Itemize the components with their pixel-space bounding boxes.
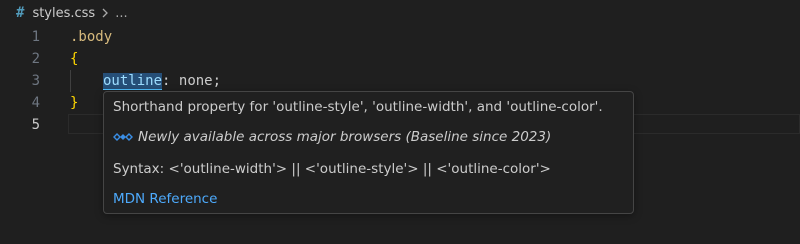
css-file-icon: # — [16, 5, 25, 21]
colon: : — [162, 73, 171, 89]
code-line-1[interactable]: 1 .body — [0, 26, 800, 48]
line-number: 2 — [31, 51, 40, 67]
breadcrumb-ellipsis[interactable]: ... — [115, 6, 127, 21]
line-number: 3 — [31, 73, 40, 89]
breadcrumb: # styles.css ... — [0, 0, 800, 26]
close-brace: } — [70, 95, 79, 111]
chevron-right-icon — [101, 8, 109, 18]
css-property-hovered[interactable]: outline — [103, 73, 163, 90]
code-line-2[interactable]: 2 { — [0, 48, 800, 70]
hover-tooltip: Shorthand property for 'outline-style', … — [103, 91, 634, 214]
baseline-text: Newly available across major browsers (B… — [138, 129, 552, 145]
line-number: 1 — [31, 29, 40, 45]
syntax-text: Syntax: <'outline-width'> || <'outline-s… — [113, 161, 551, 177]
breadcrumb-file[interactable]: styles.css — [32, 6, 95, 21]
property-description: Shorthand property for 'outline-style', … — [113, 99, 603, 115]
css-value: none — [178, 73, 213, 89]
baseline-widely-available-icon — [113, 131, 133, 143]
baseline-status: Newly available across major browsers (B… — [113, 129, 551, 145]
line-number-active: 5 — [31, 117, 40, 133]
open-brace: { — [70, 51, 79, 67]
mdn-reference-link[interactable]: MDN Reference — [113, 191, 217, 207]
semicolon: ; — [212, 73, 222, 89]
css-selector: .body — [70, 29, 113, 45]
line-number: 4 — [31, 95, 40, 111]
code-line-3[interactable]: 3 outline: none; — [0, 70, 800, 92]
